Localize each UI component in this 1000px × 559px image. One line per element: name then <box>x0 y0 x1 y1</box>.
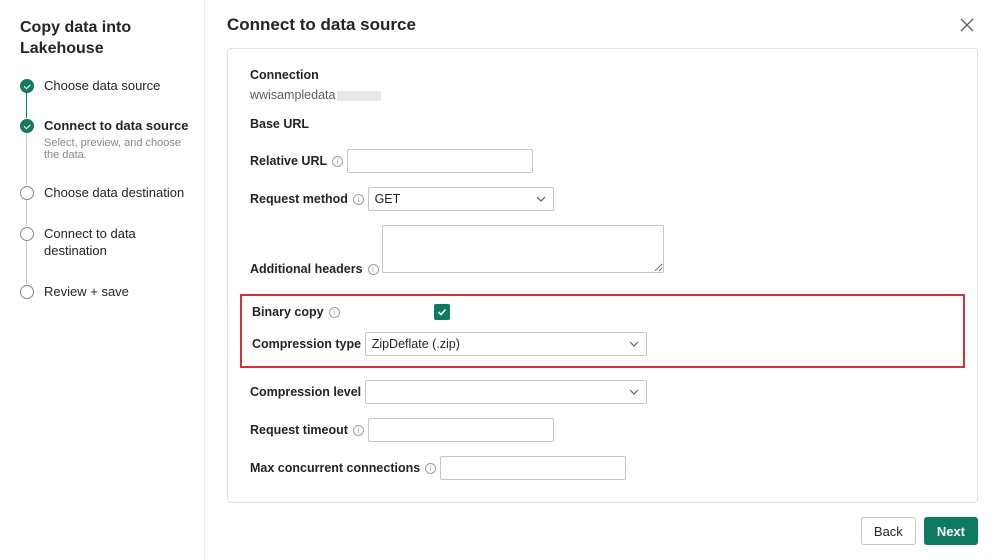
relative-url-field: Relative URL i <box>250 149 955 173</box>
request-timeout-field: Request timeout i <box>250 418 955 442</box>
request-method-field: Request method i GET <box>250 187 955 211</box>
max-conn-label: Max concurrent connections i <box>250 461 436 475</box>
compression-level-field: Compression level <box>250 380 955 404</box>
request-method-label: Request method i <box>250 192 364 206</box>
step-marker-future-icon <box>20 285 34 299</box>
compression-level-label: Compression level <box>250 385 361 399</box>
binary-copy-field: Binary copy i <box>252 304 953 320</box>
back-button[interactable]: Back <box>861 517 916 545</box>
base-url-label: Base URL <box>250 117 309 131</box>
info-icon[interactable]: i <box>425 463 436 474</box>
next-button[interactable]: Next <box>924 517 978 545</box>
redacted-block <box>337 91 381 101</box>
wizard-steps: Choose data source Connect to data sourc… <box>20 78 190 301</box>
step-choose-data-destination[interactable]: Choose data destination <box>20 185 190 226</box>
step-label: Review + save <box>44 284 190 301</box>
step-review-save[interactable]: Review + save <box>20 284 190 301</box>
step-marker-future-icon <box>20 186 34 200</box>
step-marker-future-icon <box>20 227 34 241</box>
main-content: Connect to data source Connection wwisam… <box>205 0 1000 559</box>
step-connect-to-data-source[interactable]: Connect to data source Select, preview, … <box>20 118 190 185</box>
step-sublabel: Select, preview, and choose the data. <box>44 137 190 161</box>
relative-url-input[interactable] <box>347 149 533 173</box>
connection-label: Connection <box>250 68 319 82</box>
additional-headers-label: Additional headers i <box>250 262 379 276</box>
footer-buttons: Back Next <box>227 503 978 559</box>
compression-type-field: Compression type ZipDeflate (.zip) <box>252 332 953 356</box>
close-button[interactable] <box>956 14 978 36</box>
base-url-field: Base URL <box>250 116 955 135</box>
info-icon[interactable]: i <box>353 194 364 205</box>
relative-url-label: Relative URL i <box>250 154 343 168</box>
info-icon[interactable]: i <box>332 156 343 167</box>
info-icon[interactable]: i <box>329 307 340 318</box>
compression-level-select[interactable] <box>365 380 647 404</box>
wizard-title: Copy data into Lakehouse <box>20 18 190 60</box>
step-label: Connect to data destination <box>44 226 190 260</box>
step-choose-data-source[interactable]: Choose data source <box>20 78 190 119</box>
close-icon <box>960 18 974 32</box>
binary-copy-checkbox[interactable] <box>434 304 450 320</box>
step-label: Choose data destination <box>44 185 190 202</box>
request-timeout-label: Request timeout i <box>250 423 364 437</box>
step-marker-current-icon <box>20 119 34 133</box>
step-marker-done-icon <box>20 79 34 93</box>
step-connect-to-data-destination[interactable]: Connect to data destination <box>20 226 190 284</box>
binary-copy-label: Binary copy i <box>252 305 340 319</box>
checkmark-icon <box>437 307 447 317</box>
step-label: Choose data source <box>44 78 190 95</box>
wizard-sidebar: Copy data into Lakehouse Choose data sou… <box>0 0 205 559</box>
connection-field: Connection wwisampledata <box>250 67 955 102</box>
additional-headers-field: Additional headers i <box>250 225 955 280</box>
step-label: Connect to data source <box>44 118 190 135</box>
request-timeout-input[interactable] <box>368 418 554 442</box>
compression-type-label: Compression type <box>252 337 361 351</box>
page-title: Connect to data source <box>227 15 416 35</box>
highlight-box: Binary copy i Compression type ZipDeflat… <box>240 294 965 368</box>
additional-headers-input[interactable] <box>382 225 664 273</box>
info-icon[interactable]: i <box>368 264 379 275</box>
info-icon[interactable]: i <box>353 425 364 436</box>
max-conn-input[interactable] <box>440 456 626 480</box>
max-conn-field: Max concurrent connections i <box>250 456 955 480</box>
request-method-select[interactable]: GET <box>368 187 554 211</box>
form-panel: Connection wwisampledata Base URL Relati… <box>227 48 978 503</box>
connection-value: wwisampledata <box>250 88 955 102</box>
compression-type-select[interactable]: ZipDeflate (.zip) <box>365 332 647 356</box>
